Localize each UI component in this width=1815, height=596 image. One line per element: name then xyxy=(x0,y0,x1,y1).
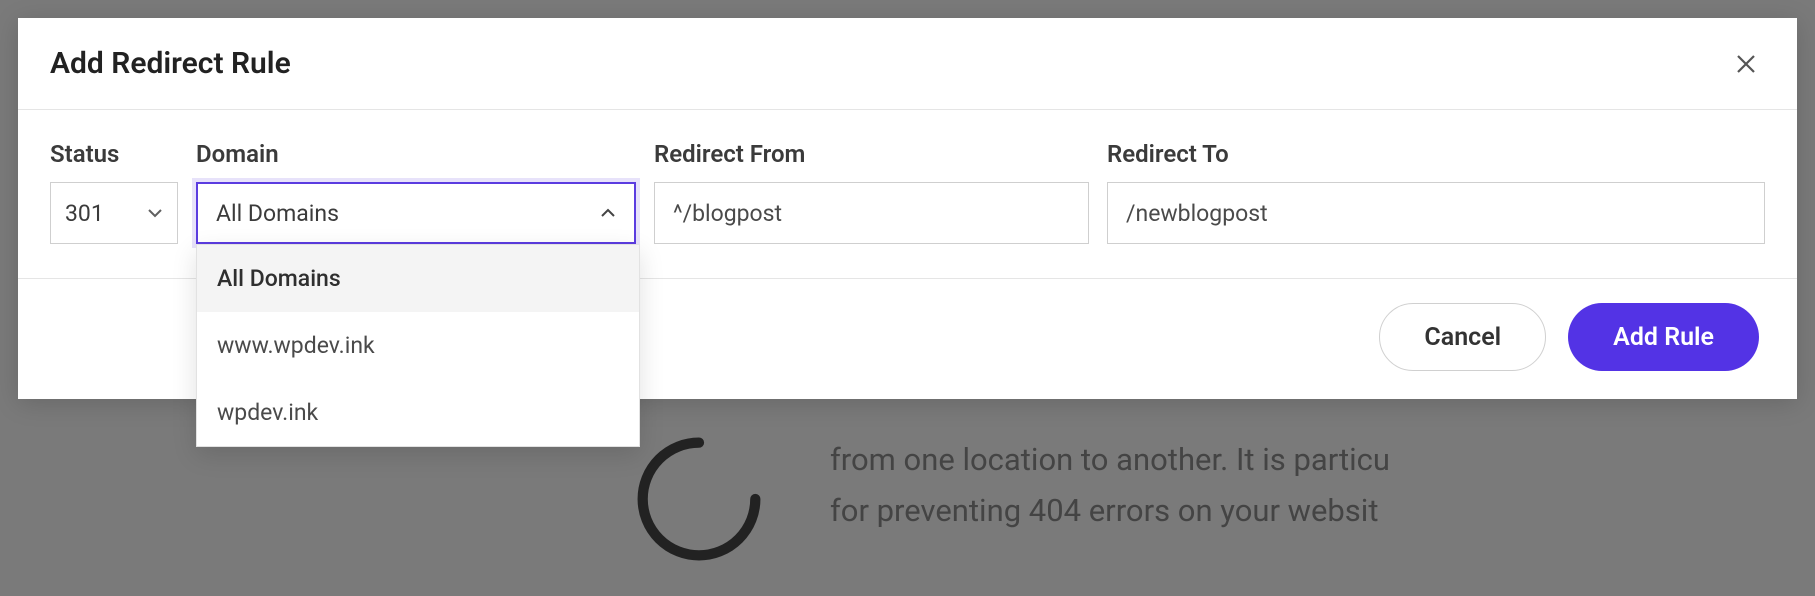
chevron-up-icon xyxy=(600,208,616,218)
status-value: 301 xyxy=(65,200,104,227)
domain-option-root[interactable]: wpdev.ink xyxy=(197,379,639,446)
chevron-down-icon xyxy=(147,208,163,218)
close-icon[interactable] xyxy=(1733,51,1759,77)
redirect-to-field: Redirect To xyxy=(1107,140,1765,244)
modal-header: Add Redirect Rule xyxy=(18,18,1797,110)
background-line1: from one location to another. It is part… xyxy=(830,434,1390,485)
redirect-from-label: Redirect From xyxy=(654,140,1089,168)
domain-field: Domain All Domains All Domains www.wpdev… xyxy=(196,140,636,244)
modal-body: Status 301 Domain All Domains All Domain… xyxy=(18,110,1797,279)
status-select[interactable]: 301 xyxy=(50,182,178,244)
redirect-to-input[interactable] xyxy=(1126,183,1746,243)
redirect-from-input[interactable] xyxy=(673,183,1070,243)
domain-value: All Domains xyxy=(216,200,339,227)
status-label: Status xyxy=(50,140,178,168)
domain-dropdown: All Domains www.wpdev.ink wpdev.ink xyxy=(196,244,640,447)
domain-label: Domain xyxy=(196,140,636,168)
status-field: Status 301 xyxy=(50,140,178,244)
loading-spinner-icon xyxy=(635,435,763,563)
redirect-from-field: Redirect From xyxy=(654,140,1089,244)
domain-option-www[interactable]: www.wpdev.ink xyxy=(197,312,639,379)
redirect-to-label: Redirect To xyxy=(1107,140,1765,168)
redirect-from-input-wrapper xyxy=(654,182,1089,244)
domain-option-all[interactable]: All Domains xyxy=(197,245,639,312)
background-line2: for preventing 404 errors on your websit xyxy=(830,485,1390,536)
domain-select[interactable]: All Domains xyxy=(196,182,636,244)
cancel-button[interactable]: Cancel xyxy=(1379,303,1546,371)
add-redirect-modal: Add Redirect Rule Status 301 Domain All … xyxy=(18,18,1797,399)
background-text: from one location to another. It is part… xyxy=(830,434,1390,536)
redirect-to-input-wrapper xyxy=(1107,182,1765,244)
modal-title: Add Redirect Rule xyxy=(50,46,291,81)
add-rule-button[interactable]: Add Rule xyxy=(1568,303,1759,371)
